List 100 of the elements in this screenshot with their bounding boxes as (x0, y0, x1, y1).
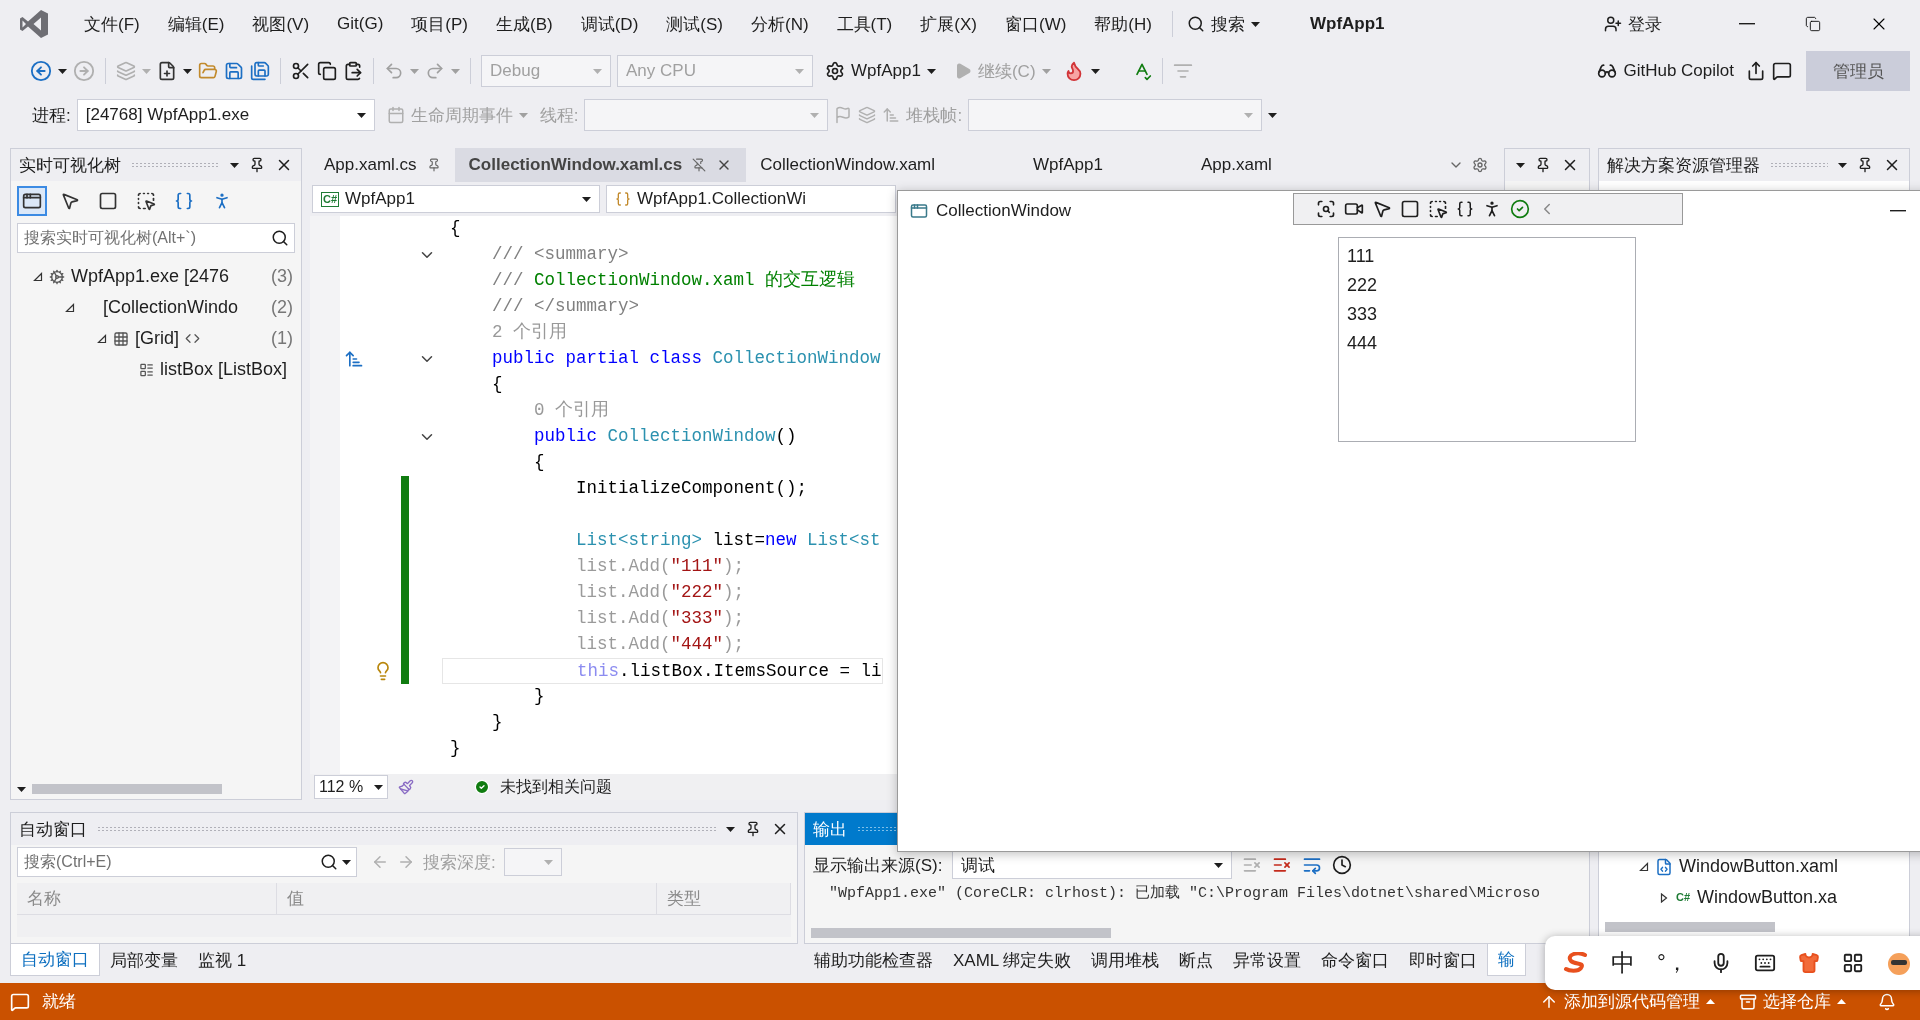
expander-icon[interactable] (97, 333, 107, 344)
search-field[interactable]: 搜索实时可视化树(Alt+`) (17, 223, 295, 253)
save-icon[interactable] (224, 61, 244, 81)
window-icon[interactable] (17, 186, 47, 216)
pin-icon[interactable] (249, 157, 265, 173)
punctuation-mode[interactable]: °， (1657, 948, 1688, 978)
panel-tab[interactable]: 断点 (1169, 944, 1224, 976)
input-mode[interactable]: 中 (1611, 947, 1635, 979)
braces-icon[interactable] (1456, 200, 1474, 218)
expander-icon[interactable] (33, 271, 43, 282)
mascot-icon[interactable] (1885, 950, 1912, 976)
grid-icon[interactable] (1841, 952, 1864, 974)
pointer-icon[interactable] (1372, 199, 1392, 219)
comment-icon[interactable] (10, 991, 30, 1012)
panel-tab[interactable]: 异常设置 (1223, 944, 1312, 976)
back-icon[interactable] (30, 60, 52, 82)
caret-icon[interactable] (1838, 162, 1847, 168)
menu-item[interactable]: 调试(D) (568, 6, 651, 42)
tree-item-label[interactable]: listBox [ListBox] (159, 359, 287, 380)
new-file-icon[interactable] (157, 61, 177, 81)
menu-item[interactable]: 生成(B) (484, 6, 565, 42)
clear-all-icon[interactable] (1272, 855, 1293, 875)
pin-icon[interactable] (1857, 157, 1873, 173)
list-item[interactable]: 444 (1347, 329, 1627, 358)
shirt-icon[interactable] (1797, 952, 1820, 974)
save-all-icon[interactable] (250, 61, 270, 81)
folder-icon[interactable] (198, 61, 218, 81)
caret-icon[interactable] (183, 68, 192, 74)
search-button[interactable]: 搜索 (1180, 8, 1266, 40)
tree-item-label[interactable]: WindowButton.xaml (1679, 856, 1839, 877)
expander-icon[interactable] (65, 302, 75, 313)
caret-icon[interactable] (1268, 112, 1278, 118)
panel-tab[interactable]: 辅助功能检查器 (804, 944, 943, 976)
expander-icon[interactable] (1639, 861, 1649, 872)
unpin-icon[interactable] (692, 158, 707, 172)
menu-item[interactable]: 项目(P) (399, 6, 480, 42)
source-control-button[interactable]: 添加到源代码管理 (1534, 986, 1721, 1017)
copy-icon[interactable] (317, 61, 337, 81)
check-icon[interactable] (1510, 199, 1530, 219)
zoom-dropdown[interactable]: 112 % (314, 775, 388, 799)
menu-item[interactable]: Git(G) (325, 8, 396, 40)
feedback-icon[interactable] (1772, 61, 1792, 81)
code-icon[interactable] (185, 331, 200, 346)
panel-tab[interactable]: 输 (1487, 944, 1527, 976)
select-icon[interactable] (1428, 199, 1448, 219)
list-item[interactable]: 111 (1347, 242, 1627, 271)
keyboard-icon[interactable] (1753, 952, 1776, 974)
menu-item[interactable]: 窗口(W) (992, 6, 1079, 42)
document-tab[interactable]: CollectionWindow.xaml.cs (454, 148, 747, 182)
menu-item[interactable]: 扩展(X) (908, 6, 989, 42)
repository-button[interactable]: 选择仓库 (1733, 986, 1852, 1017)
project-dropdown[interactable]: C# WpfApp1 (312, 185, 600, 213)
panel-tab[interactable]: 局部变量 (100, 944, 188, 976)
scan-search-icon[interactable] (1316, 199, 1336, 219)
paste-icon[interactable] (343, 61, 363, 81)
menu-item[interactable]: 视图(V) (240, 6, 322, 42)
list-item[interactable]: 222 (1347, 271, 1627, 300)
hierarchy-icon[interactable] (344, 349, 364, 369)
admin-button[interactable]: 管理员 (1806, 51, 1910, 91)
process-dropdown[interactable]: [24768] WpfApp1.exe (76, 99, 375, 131)
caret-icon[interactable] (230, 162, 239, 168)
panel-tab[interactable]: 监视 1 (188, 944, 257, 976)
caret-icon[interactable] (58, 68, 67, 74)
caret-icon[interactable] (726, 826, 735, 832)
cut-icon[interactable] (291, 61, 311, 81)
panel-tab[interactable]: 即时窗口 (1399, 944, 1488, 976)
tree-item-label[interactable]: WpfApp1.exe [2476 (71, 266, 230, 287)
panel-tab[interactable]: 命令窗口 (1311, 944, 1400, 976)
menu-item[interactable]: 编辑(E) (155, 6, 237, 42)
caret-icon[interactable] (1090, 68, 1100, 74)
brush-icon[interactable] (398, 779, 414, 795)
caret-icon[interactable] (1515, 162, 1525, 168)
sign-in-button[interactable]: 登录 (1598, 8, 1668, 40)
expander-icon[interactable] (1659, 892, 1669, 903)
list-box[interactable]: 111 222 333 444 (1338, 237, 1636, 442)
clock-icon[interactable] (1332, 855, 1353, 875)
word-wrap-icon[interactable] (1302, 855, 1323, 875)
menu-item[interactable]: 工具(T) (824, 6, 905, 42)
search-field[interactable]: 搜索(Ctrl+E) (17, 847, 357, 877)
list-item[interactable]: 333 (1347, 300, 1627, 329)
frame-icon[interactable] (1400, 199, 1420, 219)
menu-item[interactable]: 测试(S) (654, 6, 735, 42)
minimize-icon[interactable] (1890, 210, 1906, 212)
logo-icon[interactable] (18, 8, 50, 40)
member-dropdown[interactable]: WpfApp1.CollectionWi (606, 185, 896, 213)
menu-item[interactable]: 分析(N) (738, 6, 821, 42)
copilot-button[interactable]: GitHub Copilot (1591, 57, 1740, 85)
tree-item-label[interactable]: [CollectionWindo (103, 297, 239, 318)
tree-item-label[interactable]: WindowButton.xa (1697, 887, 1838, 908)
gear-icon[interactable] (1472, 157, 1488, 173)
panel-tab[interactable]: 自动窗口 (10, 944, 100, 976)
bell-icon[interactable] (1878, 992, 1896, 1011)
start-button[interactable]: WpfApp1 (819, 57, 942, 85)
panel-tab[interactable]: XAML 绑定失败 (943, 944, 1082, 976)
menu-item[interactable]: 帮助(H) (1082, 6, 1164, 42)
share-icon[interactable] (1746, 61, 1766, 81)
tree-item-label[interactable]: [Grid] (135, 328, 179, 349)
panel-tab[interactable]: 调用堆栈 (1081, 944, 1170, 976)
swoosh-icon[interactable] (1563, 952, 1589, 974)
source-dropdown[interactable]: 调试 (952, 851, 1233, 879)
